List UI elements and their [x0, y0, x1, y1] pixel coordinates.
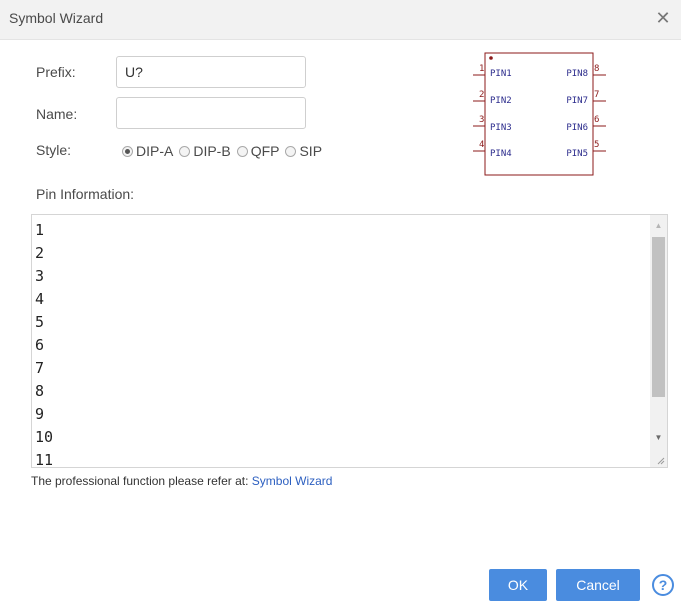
- pin-line-item: 2: [35, 244, 45, 262]
- pin-right-8: 8 PIN8: [566, 64, 606, 79]
- pin-left-3: 3 PIN3: [473, 115, 512, 133]
- radio-button-sip[interactable]: [285, 145, 297, 157]
- pin-number: 7: [594, 90, 599, 100]
- professional-function-note: The professional function please refer a…: [31, 474, 332, 488]
- pin-left-1: 1 PIN1: [473, 64, 512, 79]
- radio-button-dip-a[interactable]: [122, 145, 133, 157]
- symbol-wizard-link[interactable]: Symbol Wizard: [252, 474, 333, 488]
- style-option-qfp[interactable]: QFP: [236, 143, 280, 159]
- pin-left-2: 2 PIN2: [473, 90, 512, 106]
- style-option-dip-a[interactable]: DIP-A: [122, 143, 173, 159]
- name-input[interactable]: [116, 97, 306, 129]
- pin-name: PIN2: [490, 96, 512, 106]
- dialog-title: Symbol Wizard: [9, 10, 104, 26]
- prefix-label: Prefix:: [36, 64, 76, 80]
- pin-number: 2: [479, 90, 484, 100]
- pin-line-item: 10: [35, 428, 54, 446]
- symbol-preview: 1 PIN1 2 PIN2 3 PIN3 4 PIN4 8 PIN8 7 PIN…: [473, 52, 606, 176]
- pin-information-label: Pin Information:: [36, 186, 135, 202]
- pin-line-item: 8: [35, 382, 45, 400]
- note-text: The professional function please refer a…: [31, 474, 252, 488]
- pin-line-item: 3: [35, 267, 45, 285]
- style-option-sip[interactable]: SIP: [285, 143, 322, 159]
- pin-name: PIN8: [566, 69, 588, 79]
- pin-right-5: 5 PIN5: [566, 140, 606, 159]
- name-label: Name:: [36, 106, 78, 122]
- pin-name: PIN4: [490, 149, 512, 159]
- pin-number: 1: [479, 64, 484, 74]
- pin-name: PIN6: [566, 123, 588, 133]
- radio-button-dip-b[interactable]: [179, 145, 191, 157]
- pin-line-item: 4: [35, 290, 45, 308]
- pin-right-7: 7 PIN7: [566, 90, 606, 106]
- style-radio-group: DIP-A DIP-B QFP SIP: [122, 143, 328, 159]
- pin-line-item: 9: [35, 405, 45, 423]
- style-option-label: DIP-A: [136, 143, 174, 159]
- pin-number: 8: [594, 64, 599, 74]
- symbol-wizard-dialog: Symbol Wizard ✕ Prefix: Name: Style: DIP…: [0, 0, 681, 604]
- resize-grip-icon[interactable]: [655, 455, 665, 465]
- pin-number: 6: [594, 115, 599, 125]
- pin-line-item: 7: [35, 359, 45, 377]
- pin-right-6: 6 PIN6: [566, 115, 606, 133]
- close-icon[interactable]: ✕: [653, 8, 673, 28]
- style-option-dip-b[interactable]: DIP-B: [179, 143, 231, 159]
- prefix-input[interactable]: [116, 56, 306, 88]
- vertical-scrollbar[interactable]: ▲ ▼: [650, 215, 667, 467]
- pin-information-lines: 1 2 3 4 5 6 7 8 9 10 11: [35, 219, 54, 468]
- title-bar: Symbol Wizard ✕: [0, 0, 681, 40]
- pin-line-item: 6: [35, 336, 45, 354]
- style-option-label: QFP: [250, 143, 280, 159]
- pin-line-item: 1: [35, 221, 45, 239]
- pin-name: PIN5: [566, 149, 588, 159]
- pin-number: 5: [594, 140, 599, 150]
- pin-number: 4: [479, 140, 484, 150]
- resize-grip-icon: [657, 457, 665, 465]
- pin-line-item: 11: [35, 451, 54, 468]
- pin-name: PIN1: [490, 69, 512, 79]
- style-option-label: SIP: [299, 143, 323, 159]
- pin-information-textarea[interactable]: 1 2 3 4 5 6 7 8 9 10 11 ▲ ▼: [31, 214, 668, 468]
- ok-button[interactable]: OK: [489, 569, 547, 601]
- pin-number: 3: [479, 115, 484, 125]
- help-icon[interactable]: ?: [652, 574, 674, 596]
- cancel-button[interactable]: Cancel: [556, 569, 640, 601]
- pin1-marker-dot: [489, 56, 493, 60]
- style-option-label: DIP-B: [193, 143, 231, 159]
- radio-button-qfp[interactable]: [236, 145, 248, 157]
- scrollbar-thumb[interactable]: [652, 237, 665, 397]
- pin-left-4: 4 PIN4: [473, 140, 512, 159]
- pin-name: PIN7: [566, 96, 588, 106]
- pin-name: PIN3: [490, 123, 512, 133]
- pin-line-item: 5: [35, 313, 45, 331]
- scroll-down-icon[interactable]: ▼: [650, 429, 667, 446]
- scroll-up-icon[interactable]: ▲: [650, 217, 667, 234]
- style-label: Style:: [36, 142, 72, 158]
